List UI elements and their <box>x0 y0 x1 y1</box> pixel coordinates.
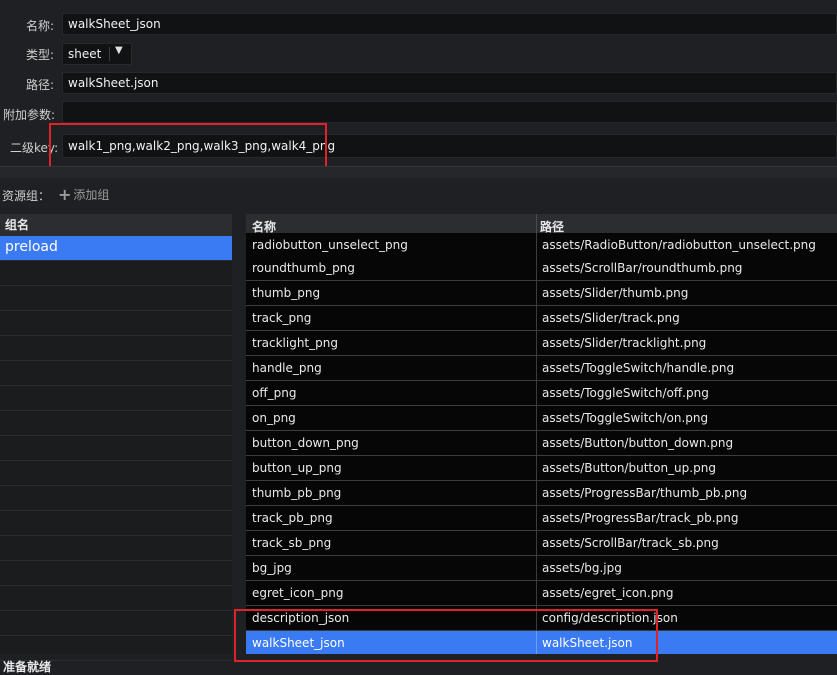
resource-path: assets/ToggleSwitch/on.png <box>542 411 709 425</box>
path-field[interactable]: walkSheet.json <box>62 72 837 94</box>
resource-name: bg_jpg <box>252 561 292 575</box>
cell-divider <box>536 306 537 330</box>
group-empty-row <box>0 461 232 486</box>
resource-groups-label: 资源组： <box>2 189 51 203</box>
section-divider <box>0 166 837 178</box>
resource-path: assets/ScrollBar/track_sb.png <box>542 536 719 550</box>
cell-divider <box>536 581 537 605</box>
cell-divider <box>536 481 537 505</box>
resource-name: button_up_png <box>252 461 342 475</box>
type-select[interactable]: sheet ▼ <box>62 43 132 65</box>
resource-name: handle_png <box>252 361 322 375</box>
name-field[interactable]: walkSheet_json <box>62 13 837 35</box>
plus-icon: + <box>58 184 72 204</box>
resource-name: thumb_png <box>252 286 321 300</box>
group-empty-row <box>0 536 232 561</box>
group-empty-row <box>0 436 232 461</box>
extra-params-field[interactable] <box>62 101 837 123</box>
group-empty-row <box>0 511 232 536</box>
table-row[interactable]: tracklight_png assets/Slider/tracklight.p… <box>246 331 837 356</box>
cell-divider <box>536 256 537 280</box>
resource-path: assets/ProgressBar/thumb_pb.png <box>542 486 748 500</box>
resource-path: assets/Slider/thumb.png <box>542 286 689 300</box>
cell-divider <box>536 356 537 380</box>
resource-path: assets/Slider/track.png <box>542 311 680 325</box>
path-label: 路径: <box>26 78 55 92</box>
table-row[interactable]: on_png assets/ToggleSwitch/on.png <box>246 406 837 431</box>
group-empty-row <box>0 586 232 611</box>
extra-params-label: 附加参数: <box>3 108 56 122</box>
cell-divider <box>536 531 537 555</box>
resource-name: roundthumb_png <box>252 261 355 275</box>
resource-name: track_png <box>252 311 312 325</box>
group-empty-row <box>0 361 232 386</box>
cell-divider <box>536 281 537 305</box>
resource-path: assets/ProgressBar/track_pb.png <box>542 511 739 525</box>
group-empty-row <box>0 261 232 286</box>
group-empty-row <box>0 611 232 636</box>
resource-name: thumb_pb_png <box>252 486 342 500</box>
type-select-value: sheet <box>68 47 102 61</box>
resource-name: on_png <box>252 411 296 425</box>
table-row[interactable]: off_png assets/ToggleSwitch/off.png <box>246 381 837 406</box>
name-label: 名称: <box>26 19 55 33</box>
select-separator <box>109 47 110 61</box>
group-empty-row <box>0 286 232 311</box>
table-row[interactable]: radiobutton_unselect_png assets/RadioButt… <box>246 233 837 258</box>
cell-divider <box>536 431 537 455</box>
resource-path: assets/RadioButton/radiobutton_unselect.… <box>542 238 816 252</box>
table-row[interactable]: egret_icon_png assets/egret_icon.png <box>246 581 837 606</box>
cell-divider <box>536 556 537 580</box>
resource-name: egret_icon_png <box>252 586 344 600</box>
cell-divider <box>536 233 537 257</box>
table-row[interactable]: thumb_png assets/Slider/thumb.png <box>246 281 837 306</box>
group-empty-row <box>0 311 232 336</box>
table-row[interactable]: bg_jpg assets/bg.jpg <box>246 556 837 581</box>
group-column-header[interactable]: 组名 <box>0 214 232 236</box>
resource-table: 名称 路径 radiobutton_unselect_png assets/Rad… <box>246 214 837 654</box>
group-empty-row <box>0 386 232 411</box>
table-row[interactable]: button_down_png assets/Button/button_down… <box>246 431 837 456</box>
resource-path: assets/Button/button_up.png <box>542 461 716 475</box>
chevron-down-icon[interactable]: ▼ <box>115 45 123 56</box>
resource-name: tracklight_png <box>252 336 338 350</box>
resource-path: assets/Button/button_down.png <box>542 436 734 450</box>
table-row[interactable]: track_sb_png assets/ScrollBar/track_sb.pn… <box>246 531 837 556</box>
add-group-label: 添加组 <box>73 188 110 202</box>
resource-path: assets/ScrollBar/roundthumb.png <box>542 261 743 275</box>
cell-divider <box>536 506 537 530</box>
table-row[interactable]: track_pb_png assets/ProgressBar/track_pb.… <box>246 506 837 531</box>
table-row[interactable]: track_png assets/Slider/track.png <box>246 306 837 331</box>
resource-path: assets/bg.jpg <box>542 561 622 575</box>
cell-divider <box>536 331 537 355</box>
cell-divider <box>536 381 537 405</box>
table-row[interactable]: handle_png assets/ToggleSwitch/handle.png <box>246 356 837 381</box>
table-row[interactable]: button_up_png assets/Button/button_up.png <box>246 456 837 481</box>
group-empty-row <box>0 486 232 511</box>
table-row[interactable]: thumb_pb_png assets/ProgressBar/thumb_pb.… <box>246 481 837 506</box>
cell-divider <box>536 406 537 430</box>
resource-name: off_png <box>252 386 297 400</box>
status-text: 准备就绪 <box>3 660 52 674</box>
resource-name: radiobutton_unselect_png <box>252 238 408 252</box>
group-empty-row <box>0 561 232 586</box>
resource-name: button_down_png <box>252 436 359 450</box>
add-group-button[interactable]: + 添加组 <box>58 186 109 203</box>
group-empty-row <box>0 411 232 436</box>
type-label: 类型: <box>26 48 55 62</box>
highlight-box-walksheet <box>234 609 658 662</box>
resource-path: assets/Slider/tracklight.png <box>542 336 707 350</box>
resource-path: assets/egret_icon.png <box>542 586 674 600</box>
resource-name: track_pb_png <box>252 511 333 525</box>
group-empty-row <box>0 336 232 361</box>
cell-divider <box>536 456 537 480</box>
resource-path: assets/ToggleSwitch/handle.png <box>542 361 735 375</box>
resource-name: track_sb_png <box>252 536 332 550</box>
group-list: 组名 preload <box>0 214 232 661</box>
table-row[interactable]: roundthumb_png assets/ScrollBar/roundthum… <box>246 256 837 281</box>
group-item-preload[interactable]: preload <box>0 236 232 261</box>
resource-path: assets/ToggleSwitch/off.png <box>542 386 709 400</box>
